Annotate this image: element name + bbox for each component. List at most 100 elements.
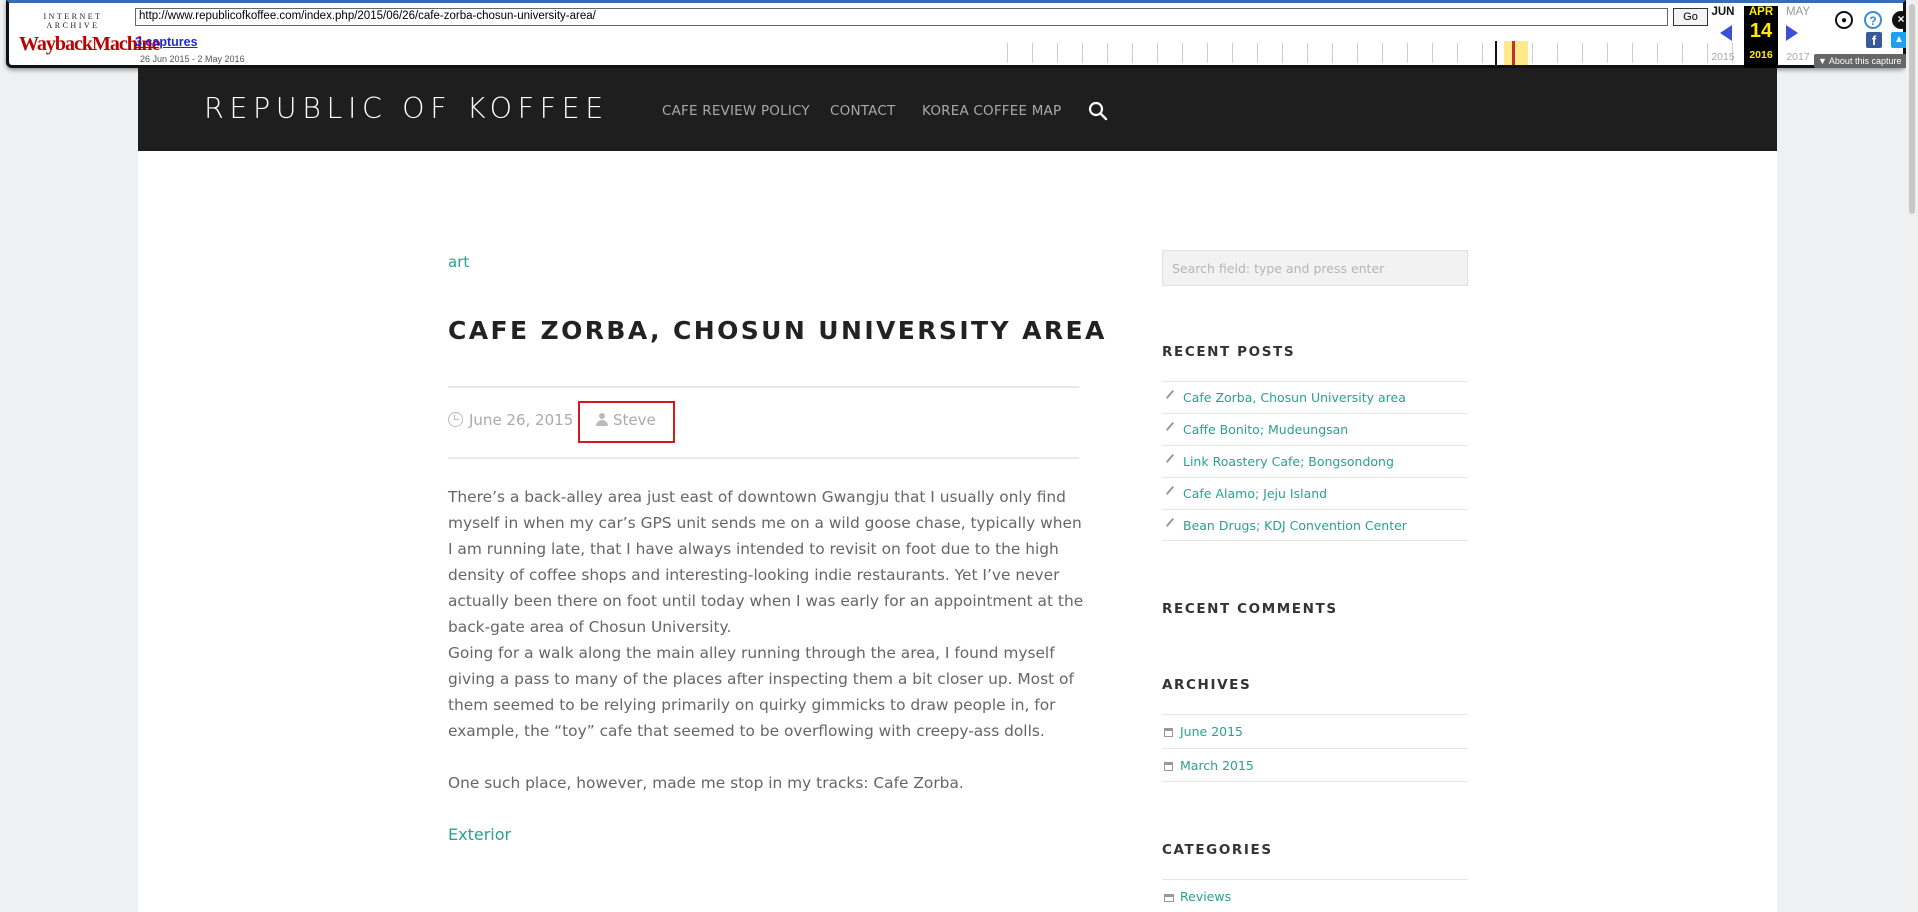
folder-icon <box>1164 894 1174 902</box>
sparkline-highlight <box>1504 41 1528 65</box>
pencil-icon <box>1165 421 1181 437</box>
wayback-captures-link[interactable]: 3 captures <box>135 35 198 49</box>
sparkline-tick <box>1307 43 1308 63</box>
meta-divider-top <box>448 386 1079 388</box>
sparkline-tick <box>1532 43 1533 63</box>
sparkline-tick <box>1407 43 1408 63</box>
sparkline-tick <box>1482 43 1483 63</box>
search-icon[interactable] <box>1087 100 1109 122</box>
categories-list: Reviews <box>1162 879 1468 912</box>
sparkline-tick <box>1132 43 1133 63</box>
sparkline-tick <box>1182 43 1183 63</box>
pencil-icon <box>1165 485 1181 501</box>
sparkline-tick <box>1032 43 1033 63</box>
help-icon[interactable]: ? <box>1864 11 1882 29</box>
sparkline-tick <box>1357 43 1358 63</box>
archive-label: June 2015 <box>1180 724 1244 739</box>
nav-item-korea-coffee-map[interactable]: KOREA COFFEE MAP <box>922 103 1061 119</box>
recent-post-item[interactable]: Caffe Bonito; Mudeungsan <box>1162 413 1468 445</box>
post-title: CAFE ZORBA, CHOSUN UNIVERSITY AREA <box>448 316 1107 345</box>
sparkline-tick <box>1007 43 1008 63</box>
sparkline-tick <box>1632 43 1633 63</box>
about-capture-button[interactable]: ▼ About this capture <box>1814 54 1910 68</box>
recent-post-label: Cafe Alamo; Jeju Island <box>1183 486 1328 501</box>
recent-post-item[interactable]: Cafe Alamo; Jeju Island <box>1162 477 1468 509</box>
wayback-prev-year: 2015 <box>1711 51 1735 63</box>
pencil-icon <box>1165 517 1181 533</box>
sparkline-tick <box>1232 43 1233 63</box>
nav-item-contact[interactable]: CONTACT <box>830 103 895 119</box>
archives-list: June 2015 March 2015 <box>1162 714 1468 782</box>
site-page: REPUBLIC OF KOFFEE CAFE REVIEW POLICY CO… <box>138 68 1777 912</box>
exterior-link[interactable]: Exterior <box>448 825 511 844</box>
recent-post-label: Bean Drugs; KDJ Convention Center <box>1183 518 1407 533</box>
wayback-go-button[interactable]: Go <box>1673 8 1708 26</box>
sparkline-tick <box>1557 43 1558 63</box>
sparkline-tick <box>1682 43 1683 63</box>
recent-post-label: Link Roastery Cafe; Bongsondong <box>1183 454 1394 469</box>
post-author-text: Steve <box>613 411 656 429</box>
recent-post-item[interactable]: Bean Drugs; KDJ Convention Center <box>1162 509 1468 541</box>
wayback-sparkline[interactable] <box>999 39 1733 65</box>
sparkline-tick <box>1657 43 1658 63</box>
person-icon <box>596 412 608 426</box>
recent-post-item[interactable]: Cafe Zorba, Chosun University area <box>1162 381 1468 413</box>
post-date-text: June 26, 2015 <box>469 411 574 429</box>
prev-capture-arrow-icon[interactable] <box>1720 25 1732 41</box>
sparkline-tick <box>1157 43 1158 63</box>
sparkline-tick <box>1457 43 1458 63</box>
wayback-next-month: MAY <box>1785 6 1811 18</box>
pencil-icon <box>1165 453 1181 469</box>
recent-post-label: Caffe Bonito; Mudeungsan <box>1183 422 1349 437</box>
sparkline-tick <box>1057 43 1058 63</box>
calendar-icon <box>1164 728 1173 737</box>
calendar-icon <box>1164 762 1173 771</box>
category-item[interactable]: Reviews <box>1162 879 1468 912</box>
sparkline-tick <box>1257 43 1258 63</box>
sparkline-tick <box>1107 43 1108 63</box>
recent-posts-list: Cafe Zorba, Chosun University area Caffe… <box>1162 381 1468 541</box>
wayback-logo-main: WaybackMachine <box>19 33 160 55</box>
sparkline-current-marker <box>1495 41 1497 65</box>
sparkline-tick <box>1282 43 1283 63</box>
pencil-icon <box>1165 389 1181 405</box>
clock-icon <box>448 412 463 427</box>
archive-item[interactable]: March 2015 <box>1162 748 1468 782</box>
post-date[interactable]: June 26, 2015 <box>448 411 573 429</box>
site-header: REPUBLIC OF KOFFEE CAFE REVIEW POLICY CO… <box>138 68 1777 151</box>
recent-post-item[interactable]: Link Roastery Cafe; Bongsondong <box>1162 445 1468 477</box>
post-paragraph: One such place, however, made me stop in… <box>448 774 964 792</box>
wayback-current-day: 14 <box>1749 20 1773 42</box>
page-scrollbar-thumb[interactable] <box>1909 4 1915 214</box>
wayback-next-year: 2017 <box>1786 51 1810 63</box>
wayback-prev-month[interactable]: JUN <box>1706 6 1740 18</box>
user-icon[interactable]: ● <box>1835 11 1853 29</box>
sparkline-tick <box>1607 43 1608 63</box>
post-category-link[interactable]: art <box>448 253 469 271</box>
sparkline-tick <box>1582 43 1583 63</box>
sparkline-tick <box>1432 43 1433 63</box>
wayback-logo[interactable]: INTERNET ARCHIVE WaybackMachine <box>19 12 160 58</box>
archives-title: ARCHIVES <box>1162 677 1252 693</box>
archive-item[interactable]: June 2015 <box>1162 714 1468 748</box>
recent-comments-title: RECENT COMMENTS <box>1162 601 1338 617</box>
categories-title: CATEGORIES <box>1162 842 1273 858</box>
post-paragraph: Going for a walk along the main alley ru… <box>448 644 1074 740</box>
wayback-url-input[interactable]: http://www.republicofkoffee.com/index.ph… <box>135 8 1668 26</box>
sparkline-tick <box>1082 43 1083 63</box>
wayback-logo-top: INTERNET ARCHIVE <box>43 12 103 30</box>
wayback-toolbar: INTERNET ARCHIVE WaybackMachine http://w… <box>6 0 1910 68</box>
next-capture-arrow-icon[interactable] <box>1786 25 1798 41</box>
sidebar-search-input[interactable]: Search field: type and press enter <box>1162 250 1468 286</box>
site-title[interactable]: REPUBLIC OF KOFFEE <box>204 92 609 125</box>
twitter-icon[interactable]: ▲ <box>1891 32 1907 48</box>
post-author[interactable]: Steve <box>596 411 656 429</box>
sparkline-capture-marker <box>1512 41 1515 65</box>
category-label: Reviews <box>1180 889 1232 904</box>
facebook-icon[interactable]: f <box>1866 32 1882 48</box>
sparkline-tick <box>1332 43 1333 63</box>
archive-label: March 2015 <box>1180 758 1254 773</box>
about-capture-label: About this capture <box>1828 56 1902 66</box>
wayback-capture-range: 26 Jun 2015 - 2 May 2016 <box>140 54 245 64</box>
nav-item-cafe-review-policy[interactable]: CAFE REVIEW POLICY <box>662 103 810 119</box>
